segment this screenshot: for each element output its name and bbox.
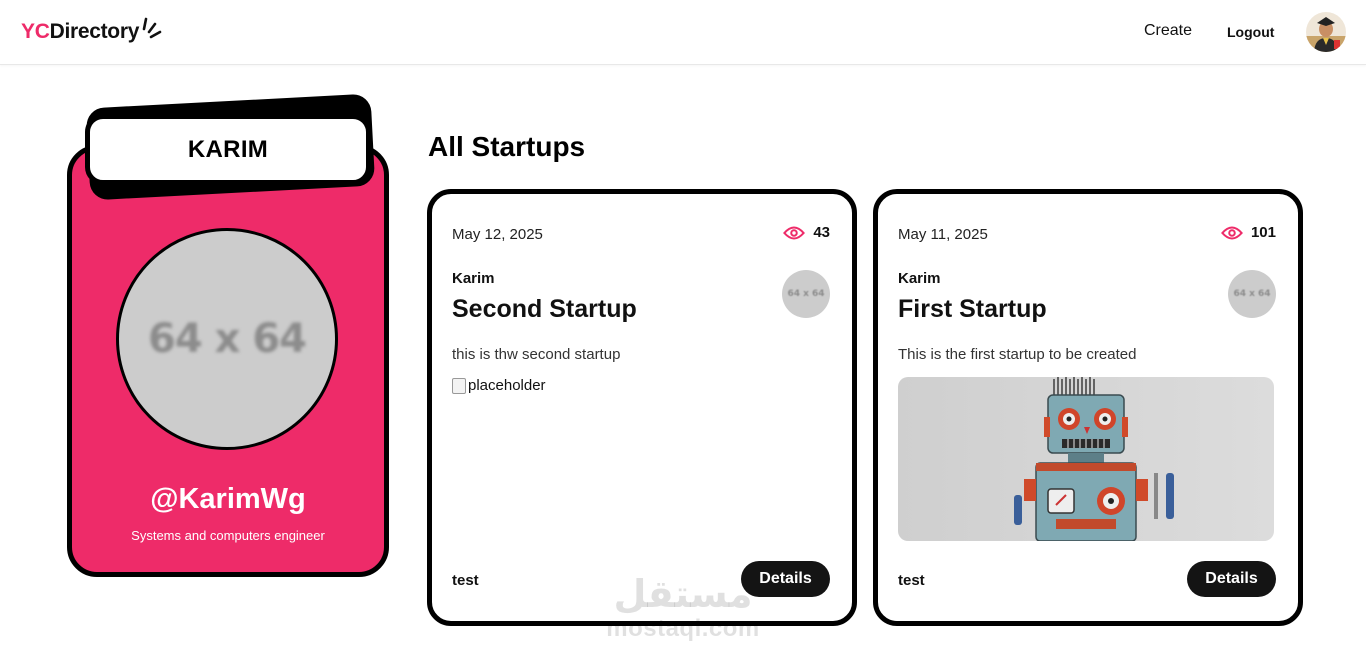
startup-author[interactable]: Karim xyxy=(898,270,941,287)
details-button[interactable]: Details xyxy=(1187,561,1276,597)
thumbnail-placeholder-text: 64 x 64 xyxy=(1233,289,1271,299)
details-button[interactable]: Details xyxy=(741,561,830,597)
startup-description: this is thw second startup xyxy=(452,346,621,363)
startup-views: 101 xyxy=(1221,224,1276,241)
robot-photo xyxy=(898,377,1274,541)
startup-title[interactable]: Second Startup xyxy=(452,295,637,324)
startup-image-broken: placeholder xyxy=(452,377,546,394)
views-count: 101 xyxy=(1250,224,1276,241)
startup-category[interactable]: test xyxy=(452,572,479,589)
profile-bio: Systems and computers engineer xyxy=(131,528,325,543)
startup-card: May 11, 2025 101 Karim First Startup 64 … xyxy=(873,189,1303,626)
section-title: All Startups xyxy=(428,131,586,162)
author-thumbnail[interactable]: 64 x 64 xyxy=(1228,270,1276,318)
logo-yc-text: YC xyxy=(21,20,50,43)
startup-author[interactable]: Karim xyxy=(452,270,495,287)
author-thumbnail[interactable]: 64 x 64 xyxy=(782,270,830,318)
startup-date: May 11, 2025 xyxy=(898,226,988,243)
profile-name: KARIM xyxy=(187,135,269,163)
profile-handle: @KarimWg xyxy=(150,483,306,515)
broken-image-icon xyxy=(452,377,466,394)
eye-icon xyxy=(783,226,806,239)
profile-image: 64 x 64 xyxy=(116,228,338,450)
logo-directory-text: Directory xyxy=(49,20,140,43)
logout-button[interactable]: Logout xyxy=(1227,24,1274,40)
profile-image-placeholder-text: 64 x 64 xyxy=(148,316,307,362)
eye-icon xyxy=(1221,226,1243,239)
startup-image-robot[interactable] xyxy=(898,377,1274,541)
startup-category[interactable]: test xyxy=(898,572,925,589)
startup-description: This is the first startup to be created xyxy=(898,346,1137,363)
startup-card: May 12, 2025 43 Karim Second Startup 64 … xyxy=(427,189,857,626)
navbar: YC Directory Create Logout xyxy=(0,0,1366,65)
views-count: 43 xyxy=(813,224,830,241)
name-plate: KARIM xyxy=(85,114,371,185)
avatar-photo xyxy=(1306,12,1346,52)
logo[interactable]: YC Directory xyxy=(21,17,162,44)
startup-date: May 12, 2025 xyxy=(452,226,543,243)
startup-title[interactable]: First Startup xyxy=(898,295,1047,324)
create-link[interactable]: Create xyxy=(1144,22,1192,40)
startup-views: 43 xyxy=(783,224,830,241)
spark-icon xyxy=(142,17,162,39)
image-alt-text: placeholder xyxy=(468,377,546,394)
user-avatar[interactable] xyxy=(1306,12,1346,52)
thumbnail-placeholder-text: 64 x 64 xyxy=(787,289,825,299)
